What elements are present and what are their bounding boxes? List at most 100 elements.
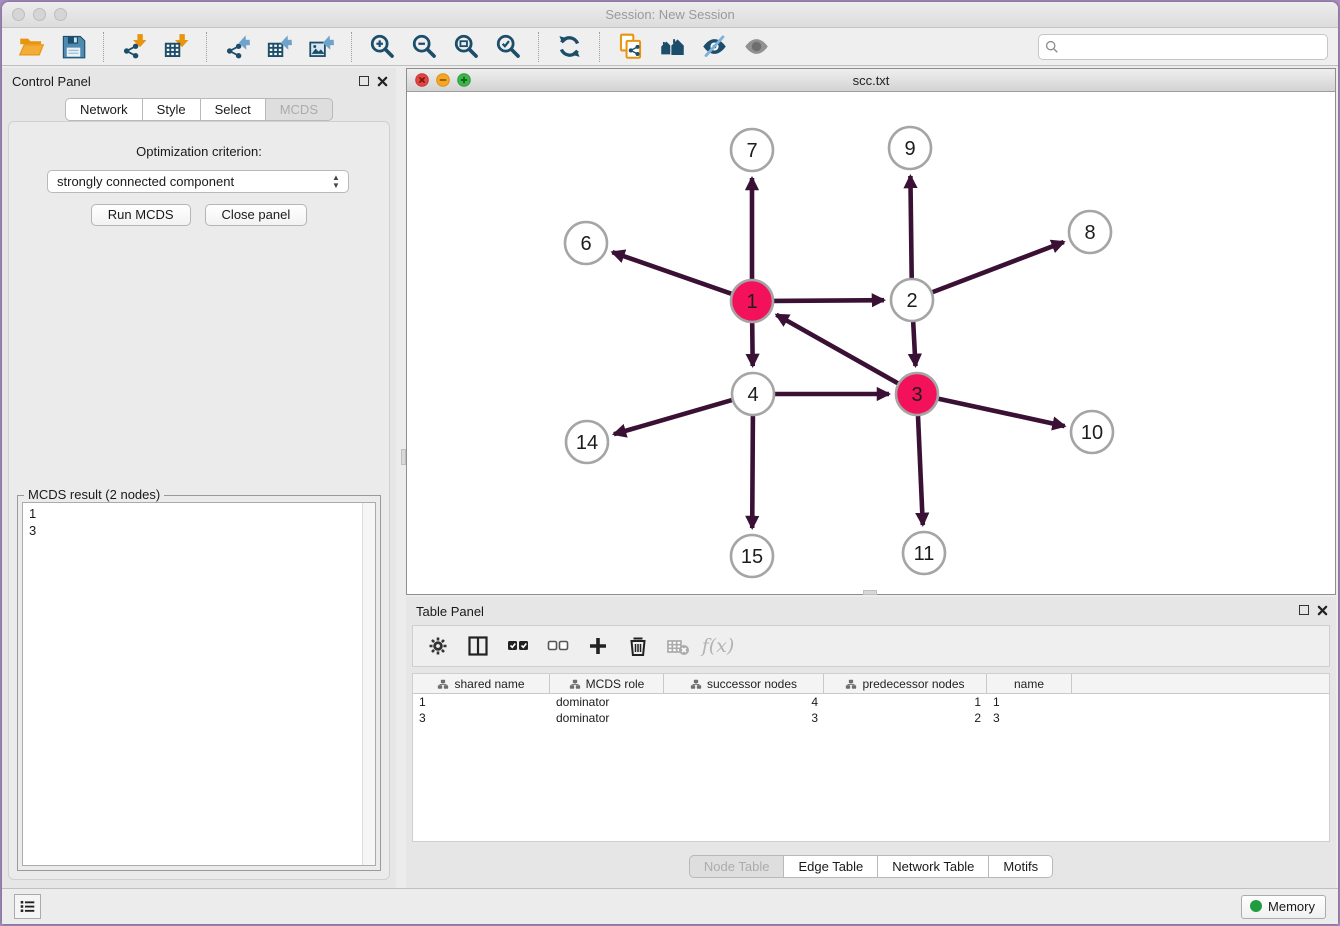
network-maximize-button[interactable] [457,73,471,87]
network-canvas[interactable]: 1 2 3 4 6 7 8 9 10 11 14 15 [407,93,1335,594]
open-file-button[interactable] [10,31,52,63]
column-header-shared-name[interactable]: shared name [413,674,550,693]
graph-node-6[interactable]: 6 [565,222,607,264]
close-panel-icon[interactable] [377,75,388,86]
column-sort-icon [569,678,581,690]
tab-select[interactable]: Select [201,98,266,121]
network-close-button[interactable] [415,73,429,87]
graph-edge-1-2[interactable] [774,300,884,301]
table-row[interactable]: 1dominator411 [413,694,1329,710]
network-minimize-button[interactable] [436,73,450,87]
table-cell-MCDS-role[interactable]: dominator [550,694,664,710]
graph-node-label: 14 [576,432,598,454]
table-cell-MCDS-role[interactable]: dominator [550,710,664,726]
create-column-button[interactable] [583,631,613,661]
graph-node-9[interactable]: 9 [889,127,931,169]
table-cell-successor-nodes[interactable]: 3 [664,710,824,726]
zoom-in-button[interactable] [361,31,403,63]
graph-node-2[interactable]: 2 [891,279,933,321]
network-graph[interactable]: 1 2 3 4 6 7 8 9 10 11 14 15 [407,93,1328,594]
export-table-icon [266,33,293,60]
save-session-button[interactable] [52,31,94,63]
graph-node-7[interactable]: 7 [731,129,773,171]
float-table-panel-icon[interactable] [1299,605,1309,615]
tab-mcds[interactable]: MCDS [266,98,333,121]
column-header-name[interactable]: name [987,674,1072,693]
mcds-result-legend: MCDS result (2 nodes) [24,487,164,502]
mcds-result-box[interactable]: 1 3 [22,502,376,866]
table-cell-name[interactable]: 3 [987,710,1072,726]
graph-edge-3-10[interactable] [939,399,1065,426]
create-column-icon [586,634,610,658]
splitter-handle-horizontal[interactable] [863,590,877,595]
table-cell-name[interactable]: 1 [987,694,1072,710]
export-network-button[interactable] [216,31,258,63]
export-table-button[interactable] [258,31,300,63]
import-network-button[interactable] [113,31,155,63]
tab-network-table[interactable]: Network Table [878,855,989,878]
graph-node-label: 9 [904,138,915,160]
task-history-button[interactable] [14,894,41,919]
criterion-dropdown[interactable]: strongly connected component ▲▼ [47,170,349,193]
tab-node-table[interactable]: Node Table [689,855,785,878]
table-cell-predecessor-nodes[interactable]: 2 [824,710,987,726]
column-visibility-button[interactable] [463,631,493,661]
deselect-all-rows-button[interactable] [543,631,573,661]
refresh-view-button[interactable] [548,31,590,63]
graph-edge-2-8[interactable] [933,242,1064,292]
graph-node-4[interactable]: 4 [732,373,774,415]
tab-motifs[interactable]: Motifs [989,855,1053,878]
table-settings-gear-button[interactable] [423,631,453,661]
duplicate-network-button[interactable] [609,31,651,63]
tab-style[interactable]: Style [143,98,201,121]
graph-node-8[interactable]: 8 [1069,211,1111,253]
graph-edge-3-11[interactable] [918,416,923,525]
graph-node-3[interactable]: 3 [896,373,938,415]
tab-edge-table[interactable]: Edge Table [784,855,878,878]
memory-label: Memory [1268,899,1315,918]
graph-edge-4-15[interactable] [752,416,753,528]
table-cell-predecessor-nodes[interactable]: 1 [824,694,987,710]
column-header-successor-nodes[interactable]: successor nodes [664,674,824,693]
tab-network[interactable]: Network [65,98,143,121]
table-cell-shared-name[interactable]: 3 [413,710,550,726]
graph-node-15[interactable]: 15 [731,535,773,577]
graph-edge-2-9[interactable] [910,176,911,278]
memory-button[interactable]: Memory [1241,895,1326,919]
zoom-selected-button[interactable] [487,31,529,63]
graph-edge-1-4[interactable] [752,323,753,366]
zoom-out-button[interactable] [403,31,445,63]
table-row[interactable]: 3dominator323 [413,710,1329,726]
first-neighbors-button[interactable] [651,31,693,63]
import-table-button[interactable] [155,31,197,63]
delete-column-button[interactable] [623,631,653,661]
search-box[interactable] [1038,34,1328,60]
close-panel-button[interactable]: Close panel [205,204,308,226]
graph-edge-3-1[interactable] [776,315,897,384]
zoom-fit-button[interactable] [445,31,487,63]
table-cell-shared-name[interactable]: 1 [413,694,550,710]
search-input[interactable] [1064,40,1321,55]
run-mcds-button[interactable]: Run MCDS [91,204,191,226]
graph-node-10[interactable]: 10 [1071,411,1113,453]
graph-edge-2-3[interactable] [913,322,915,366]
column-header-predecessor-nodes[interactable]: predecessor nodes [824,674,987,693]
select-all-rows-button[interactable] [503,631,533,661]
export-image-button[interactable] [300,31,342,63]
show-all-icon [743,33,770,60]
result-scrollbar[interactable] [362,503,375,865]
import-table-icon [163,33,190,60]
table-cell-successor-nodes[interactable]: 4 [664,694,824,710]
hide-selected-button[interactable] [693,31,735,63]
graph-node-11[interactable]: 11 [903,532,945,574]
graph-node-14[interactable]: 14 [566,421,608,463]
float-panel-icon[interactable] [359,76,369,86]
graph-edge-1-6[interactable] [612,252,731,294]
column-header-MCDS-role[interactable]: MCDS role [550,674,664,693]
mcds-result-text: 1 3 [29,505,359,863]
graph-node-1[interactable]: 1 [731,280,773,322]
splitter-handle-vertical[interactable] [401,449,406,465]
close-table-panel-icon[interactable] [1317,604,1328,615]
column-sort-icon [690,678,702,690]
graph-edge-4-14[interactable] [614,400,732,434]
